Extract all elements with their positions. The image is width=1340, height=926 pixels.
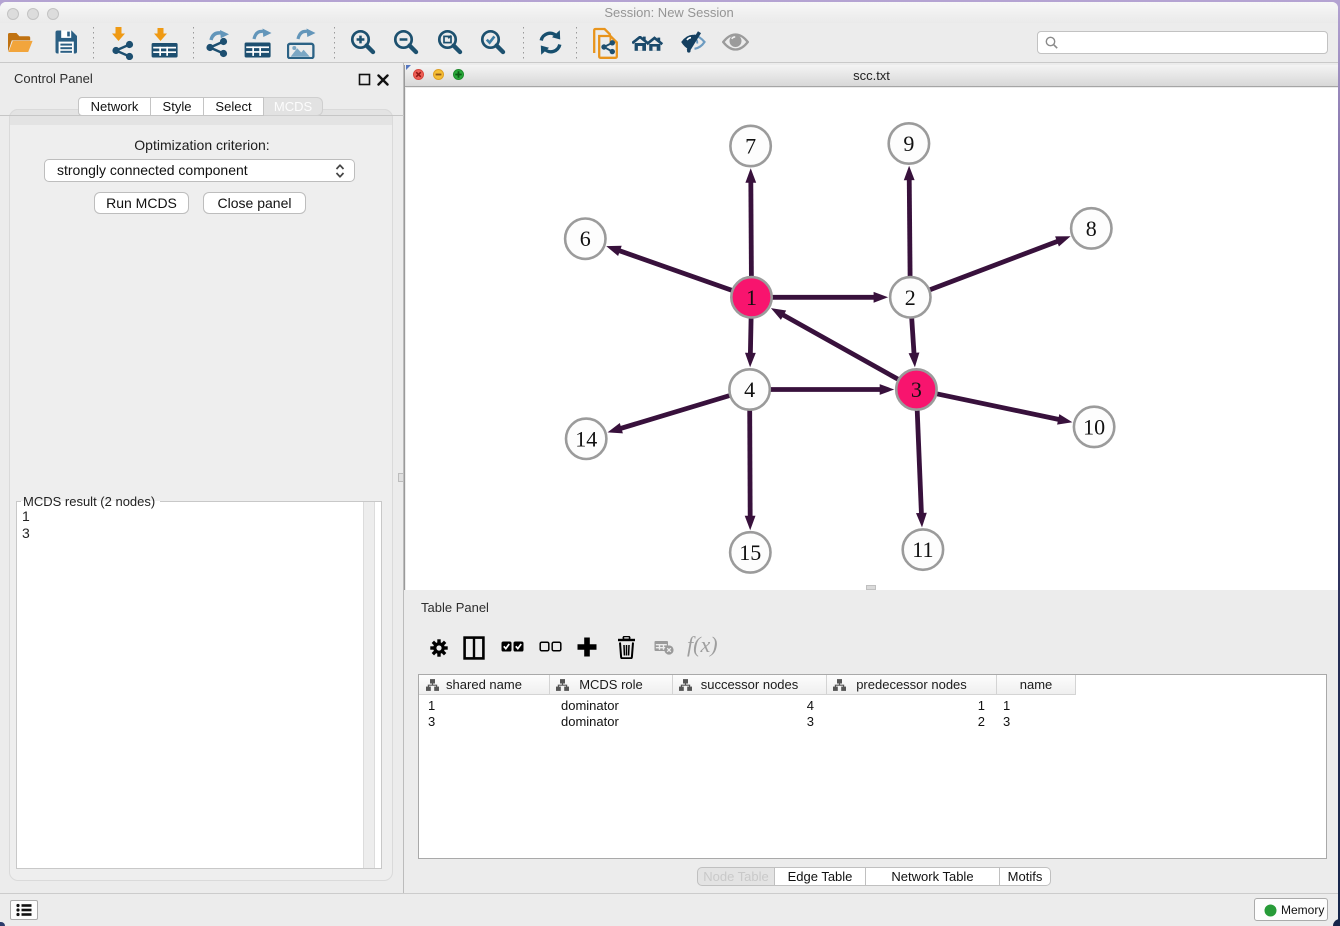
svg-text:4: 4: [744, 377, 755, 402]
svg-text:2: 2: [905, 285, 916, 310]
svg-text:3: 3: [911, 377, 922, 402]
svg-text:1: 1: [746, 285, 757, 310]
svg-text:8: 8: [1086, 216, 1097, 241]
svg-text:9: 9: [903, 131, 914, 156]
svg-text:14: 14: [575, 426, 597, 451]
svg-text:7: 7: [745, 134, 756, 159]
svg-text:6: 6: [580, 226, 591, 251]
svg-text:15: 15: [739, 540, 761, 565]
svg-text:10: 10: [1083, 414, 1105, 439]
svg-text:11: 11: [912, 537, 933, 562]
